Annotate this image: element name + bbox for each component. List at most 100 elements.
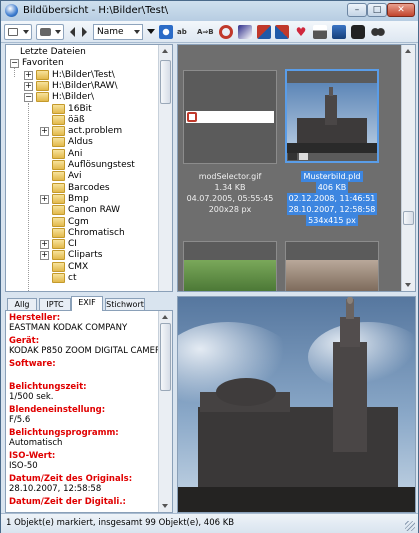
tree-item-label: Canon RAW xyxy=(68,205,121,216)
image-preview xyxy=(177,296,416,513)
mail-icon[interactable] xyxy=(332,25,346,39)
tree-item[interactable]: Barcodes xyxy=(6,182,160,194)
thumbnail-partial-1[interactable] xyxy=(183,241,277,291)
minimize-button[interactable]: – xyxy=(347,3,367,17)
folder-icon xyxy=(52,216,65,227)
tree-item[interactable]: öäß xyxy=(6,114,160,126)
tree-item[interactable]: + H:\Bilder\RAW\ xyxy=(6,80,160,92)
sort-direction-icon[interactable] xyxy=(147,29,155,34)
folder-icon xyxy=(52,148,65,159)
details-area: Allg IPTC EXIF Stichwort Hersteller: EAST… xyxy=(5,296,416,513)
tree-item-label: Barcodes xyxy=(68,182,110,193)
scroll-down-arrow[interactable] xyxy=(405,283,411,287)
recycle-icon[interactable] xyxy=(257,25,271,39)
tree-item[interactable]: − H:\Bilder\ xyxy=(6,92,160,103)
file-size: 406 KB xyxy=(315,182,349,193)
sort-dropdown[interactable]: Name xyxy=(93,24,143,40)
tree-item[interactable]: + CI xyxy=(6,239,160,250)
scroll-up-arrow[interactable] xyxy=(405,49,411,53)
tree-item-label: 16Bit xyxy=(68,103,92,114)
rotate-icon[interactable] xyxy=(159,25,173,39)
replace-icon[interactable]: A⇒B xyxy=(197,25,214,39)
exif-value: 28.10.2007, 12:58:58 xyxy=(9,484,102,494)
tree-item[interactable]: Auflösungstest xyxy=(6,160,160,171)
save-icon[interactable] xyxy=(351,25,365,39)
tree-expander-icon[interactable]: + xyxy=(40,127,49,137)
exif-scrollbar[interactable] xyxy=(158,311,172,512)
scroll-up-arrow[interactable] xyxy=(162,49,168,53)
view-mode-button[interactable] xyxy=(4,24,32,40)
tree-item[interactable]: − Favoriten xyxy=(6,58,160,69)
tree-item[interactable]: Avi xyxy=(6,171,160,182)
tree-item-label: Avi xyxy=(68,171,82,182)
tree-item-label: H:\Bilder\ xyxy=(52,92,94,103)
tab-exif[interactable]: EXIF xyxy=(71,296,103,311)
tree-expander-icon[interactable]: + xyxy=(24,70,33,80)
forward-arrow-icon[interactable] xyxy=(82,27,87,37)
file-name: modSelector.gif xyxy=(198,172,262,181)
back-arrow-icon[interactable] xyxy=(70,27,75,37)
tree-item[interactable]: Canon RAW xyxy=(6,205,160,216)
tree-scrollbar[interactable] xyxy=(158,45,172,291)
exif-value: ISO-50 xyxy=(9,461,38,471)
thumbnail-musterbild[interactable] xyxy=(285,69,379,163)
gallery-scroll-thumb[interactable] xyxy=(403,211,414,225)
exif-label: Hersteller: xyxy=(9,313,61,323)
tree-expander-icon[interactable]: + xyxy=(40,240,49,250)
tree-item[interactable]: CMX xyxy=(6,261,160,273)
scroll-down-arrow[interactable] xyxy=(162,504,168,508)
tree-item[interactable]: 16Bit xyxy=(6,103,160,115)
tree-item[interactable]: + Cliparts xyxy=(6,250,160,261)
rename-icon[interactable]: ab xyxy=(177,25,191,39)
shuffle-icon[interactable] xyxy=(275,25,289,39)
heart-icon[interactable]: ♥ xyxy=(294,25,308,39)
gallery-scrollbar[interactable] xyxy=(401,45,415,291)
thumbnail-caption: modSelector.gif 1.34 KB 04.07.2005, 05:5… xyxy=(178,171,285,215)
checkmark-icon xyxy=(187,112,197,122)
tree-item-label: H:\Bilder\Test\ xyxy=(52,69,115,80)
tree-item[interactable]: Cgm xyxy=(6,216,160,228)
tree-item-label: Aldus xyxy=(68,137,93,148)
scroll-up-arrow[interactable] xyxy=(162,315,168,319)
folder-icon xyxy=(52,273,65,283)
undo-icon[interactable] xyxy=(219,25,233,39)
exif-value: F/5.6 xyxy=(9,415,31,425)
folder-icon xyxy=(52,160,65,170)
tree-expander-icon[interactable]: + xyxy=(40,194,49,204)
search-icon[interactable] xyxy=(371,25,385,39)
folder-icon xyxy=(52,103,65,114)
resize-grip[interactable] xyxy=(405,521,415,531)
tree-expander-icon[interactable]: − xyxy=(10,59,19,69)
thumbnail-partial-2[interactable] xyxy=(285,241,379,291)
camera-button[interactable] xyxy=(36,24,64,40)
maximize-button[interactable]: □ xyxy=(367,3,387,17)
exif-panel: Hersteller: EASTMAN KODAK COMPANY Gerät: KO… xyxy=(5,310,173,513)
tree-expander-icon[interactable]: − xyxy=(24,93,33,103)
exif-label: Datum/Zeit des Originals: xyxy=(9,474,133,484)
thumbnail-image xyxy=(287,83,377,153)
view-mode-icon xyxy=(8,28,18,36)
tree-item[interactable]: + H:\Bilder\Test\ xyxy=(6,69,160,81)
thumbnail-modselector[interactable] xyxy=(183,70,277,164)
tree-item[interactable]: Chromatisch xyxy=(6,227,160,239)
print-icon[interactable] xyxy=(313,25,327,39)
tree-item[interactable]: Letzte Dateien xyxy=(6,47,160,58)
tree-expander-icon[interactable]: + xyxy=(24,81,33,91)
tree-item[interactable]: + Bmp xyxy=(6,193,160,205)
file-date: 04.07.2005, 05:55:45 xyxy=(186,194,274,203)
tree-item[interactable]: Aldus xyxy=(6,137,160,148)
tree-item[interactable]: Ani xyxy=(6,148,160,160)
tree-item[interactable]: + act.problem xyxy=(6,126,160,137)
color-icon[interactable] xyxy=(238,25,252,39)
exif-scroll-thumb[interactable] xyxy=(160,323,171,391)
tree-scroll-thumb[interactable] xyxy=(160,60,171,104)
folder-icon xyxy=(36,80,49,91)
close-button[interactable]: ✕ xyxy=(387,3,415,17)
thumbnail-image xyxy=(186,111,274,123)
tree-expander-icon[interactable]: + xyxy=(40,251,49,261)
tree-item[interactable]: ct xyxy=(6,273,160,284)
folder-icon xyxy=(36,69,49,80)
tree-item-label: Ani xyxy=(68,148,83,159)
toolbar: Name ab A⇒B ♥ xyxy=(1,21,418,43)
folder-icon xyxy=(52,182,65,193)
